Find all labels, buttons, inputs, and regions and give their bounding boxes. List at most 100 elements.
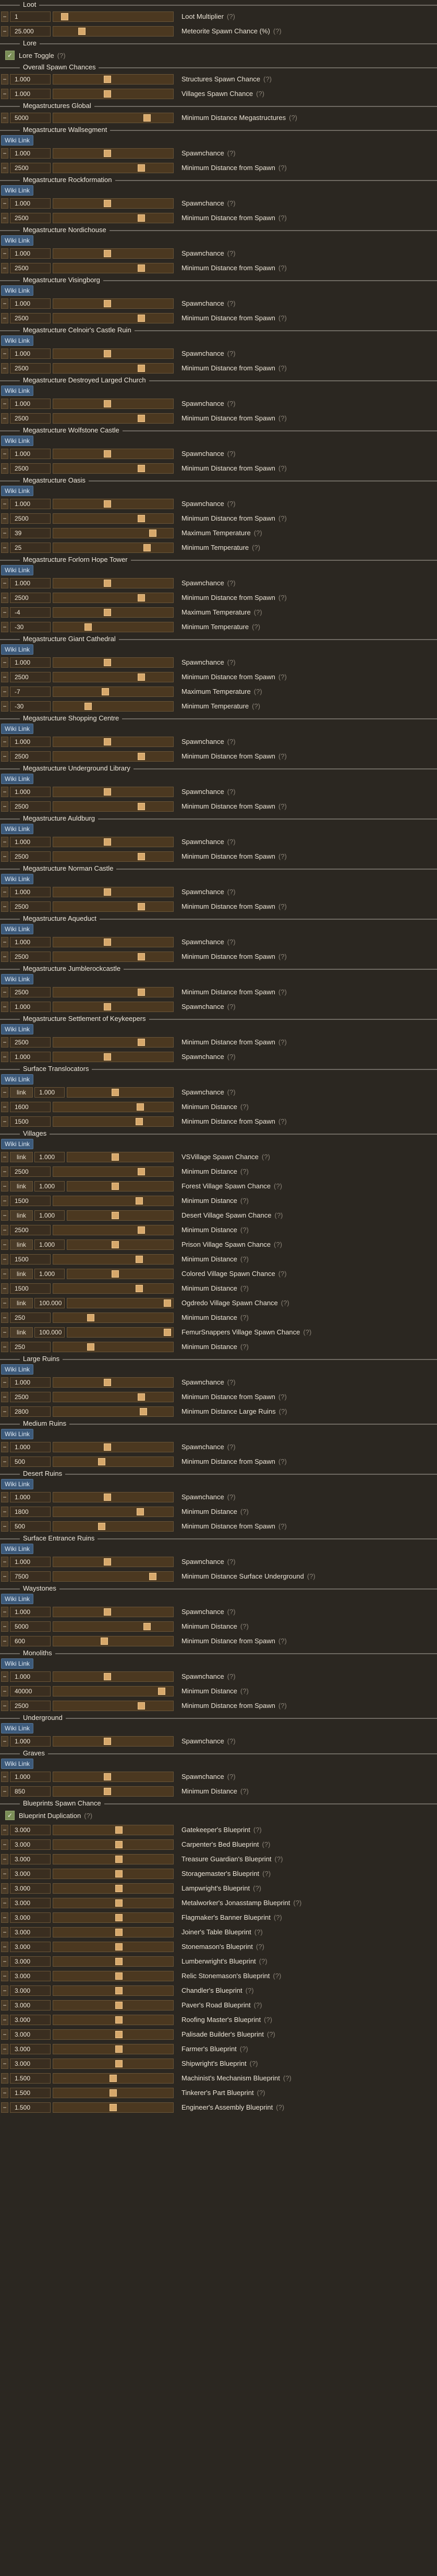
value-field[interactable]: 3.000 <box>10 1825 51 1835</box>
value-slider[interactable] <box>53 1621 174 1632</box>
help-icon[interactable]: (?) <box>227 1608 236 1616</box>
value-slider[interactable] <box>53 499 174 509</box>
value-field[interactable]: 1.000 <box>10 1607 51 1617</box>
slider-handle[interactable] <box>104 838 111 846</box>
slider-handle[interactable] <box>104 1003 111 1010</box>
wiki-link-button[interactable]: Wiki Link <box>1 824 34 834</box>
decrement-button[interactable]: − <box>1 348 8 359</box>
decrement-button[interactable]: − <box>1 1377 8 1388</box>
help-icon[interactable]: (?) <box>246 1987 254 1994</box>
value-field[interactable]: 25 <box>10 543 51 553</box>
slider-handle[interactable] <box>138 515 145 522</box>
wiki-link-button[interactable]: Wiki Link <box>1 185 34 196</box>
decrement-button[interactable]: − <box>1 851 8 862</box>
help-icon[interactable]: (?) <box>278 1702 287 1710</box>
decrement-button[interactable]: − <box>1 801 8 812</box>
decrement-button[interactable]: − <box>1 1927 8 1937</box>
decrement-button[interactable]: − <box>1 1869 8 1879</box>
help-icon[interactable]: (?) <box>252 544 260 551</box>
value-slider[interactable] <box>53 1052 174 1062</box>
help-icon[interactable]: (?) <box>278 1117 287 1125</box>
help-icon[interactable]: (?) <box>278 1393 287 1401</box>
value-field[interactable]: 3.000 <box>10 1839 51 1850</box>
help-icon[interactable]: (?) <box>278 902 287 910</box>
wiki-link-button[interactable]: Wiki Link <box>1 1594 34 1604</box>
decrement-button[interactable]: − <box>1 1621 8 1632</box>
help-icon[interactable]: (?) <box>278 414 287 422</box>
value-field[interactable]: 1.000 <box>34 1152 65 1162</box>
decrement-button[interactable]: − <box>1 1854 8 1864</box>
slider-handle[interactable] <box>138 365 145 372</box>
help-icon[interactable]: (?) <box>274 1241 282 1248</box>
decrement-button[interactable]: − <box>1 672 8 682</box>
value-slider[interactable] <box>53 1283 174 1294</box>
help-icon[interactable]: (?) <box>240 1167 249 1175</box>
help-icon[interactable]: (?) <box>227 738 236 745</box>
help-icon[interactable]: (?) <box>273 27 282 35</box>
value-slider[interactable] <box>53 1942 174 1952</box>
help-icon[interactable]: (?) <box>293 1899 301 1907</box>
value-slider[interactable] <box>53 737 174 747</box>
help-icon[interactable]: (?) <box>275 1855 283 1863</box>
decrement-button[interactable]: − <box>1 74 8 85</box>
value-slider[interactable] <box>53 952 174 962</box>
value-slider[interactable] <box>53 1736 174 1747</box>
value-field[interactable]: 1.000 <box>10 1772 51 1782</box>
decrement-button[interactable]: − <box>1 298 8 309</box>
value-slider[interactable] <box>53 26 174 37</box>
wiki-link-button[interactable]: Wiki Link <box>1 1479 34 1489</box>
help-icon[interactable]: (?) <box>278 752 287 760</box>
value-slider[interactable] <box>53 2044 174 2054</box>
help-icon[interactable]: (?) <box>278 164 287 172</box>
value-slider[interactable] <box>53 1772 174 1782</box>
value-slider[interactable] <box>53 593 174 603</box>
value-field[interactable]: 1.000 <box>10 298 51 309</box>
help-icon[interactable]: (?) <box>278 988 287 996</box>
slider-handle[interactable] <box>149 1573 156 1580</box>
decrement-button[interactable]: − <box>1 26 8 37</box>
value-slider[interactable] <box>67 1152 174 1162</box>
decrement-button[interactable]: − <box>1 1225 8 1235</box>
wiki-link-button[interactable]: Wiki Link <box>1 235 34 246</box>
decrement-button[interactable]: − <box>1 657 8 668</box>
value-field[interactable]: 1.000 <box>10 348 51 359</box>
value-slider[interactable] <box>53 1406 174 1417</box>
value-slider[interactable] <box>53 701 174 712</box>
help-icon[interactable]: (?) <box>281 1299 289 1307</box>
value-slider[interactable] <box>53 887 174 897</box>
value-field[interactable]: 3.000 <box>10 1854 51 1864</box>
decrement-button[interactable]: − <box>1 593 8 603</box>
decrement-button[interactable]: − <box>1 1181 8 1191</box>
wiki-link-button[interactable]: Wiki Link <box>1 924 34 934</box>
help-icon[interactable]: (?) <box>278 364 287 372</box>
decrement-button[interactable]: − <box>1 1736 8 1747</box>
slider-handle[interactable] <box>138 803 145 810</box>
value-field[interactable]: 2500 <box>10 801 51 812</box>
value-field[interactable]: 1.000 <box>34 1239 65 1250</box>
help-icon[interactable]: (?) <box>227 788 236 796</box>
help-icon[interactable]: (?) <box>278 673 287 681</box>
slider-handle[interactable] <box>104 1558 111 1566</box>
value-field[interactable]: 1.000 <box>10 1442 51 1452</box>
slider-handle[interactable] <box>104 76 111 83</box>
decrement-button[interactable]: − <box>1 1406 8 1417</box>
slider-handle[interactable] <box>138 1168 145 1175</box>
value-slider[interactable] <box>53 1898 174 1908</box>
help-icon[interactable]: (?) <box>263 75 272 83</box>
decrement-button[interactable]: − <box>1 213 8 223</box>
slider-handle[interactable] <box>115 1885 123 1892</box>
value-slider[interactable] <box>53 399 174 409</box>
value-field[interactable]: -7 <box>10 687 51 697</box>
decrement-button[interactable]: − <box>1 1985 8 1996</box>
decrement-button[interactable]: − <box>1 837 8 847</box>
help-icon[interactable]: (?) <box>278 264 287 272</box>
wiki-link-button[interactable]: Wiki Link <box>1 565 34 575</box>
decrement-button[interactable]: − <box>1 2015 8 2025</box>
value-slider[interactable] <box>53 1701 174 1711</box>
wiki-link-button[interactable]: Wiki Link <box>1 335 34 346</box>
value-slider[interactable] <box>53 607 174 618</box>
help-icon[interactable]: (?) <box>278 1637 287 1645</box>
value-field[interactable]: 1.000 <box>10 937 51 947</box>
value-slider[interactable] <box>67 1269 174 1279</box>
decrement-button[interactable]: − <box>1 701 8 712</box>
